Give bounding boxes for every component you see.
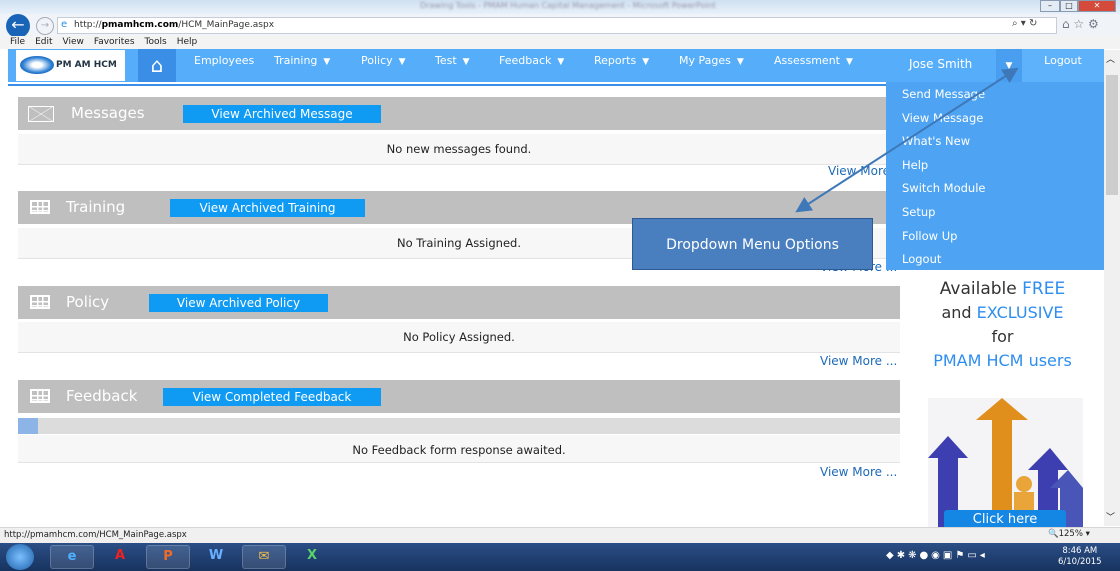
scroll-down-icon[interactable]: ﹀ <box>1106 510 1115 523</box>
taskbar-outlook-icon[interactable]: ✉ <box>242 545 286 569</box>
taskbar-powerpoint-icon[interactable]: P <box>146 545 190 569</box>
zoom-value: 125% <box>1058 529 1083 539</box>
status-bar: http://pmamhcm.com/HCM_MainPage.aspx <box>0 527 1120 543</box>
taskbar-acrobat-icon[interactable]: A <box>98 545 142 569</box>
system-tray-icons[interactable]: ◆✱❋●◉▣⚑▭◂ <box>886 550 988 561</box>
taskbar-excel-icon[interactable]: X <box>290 545 334 569</box>
taskbar-word-icon[interactable]: W <box>194 545 238 569</box>
clock-time: 8:46 AM <box>1062 546 1098 556</box>
zoom-level[interactable]: 🔍125% ▾ <box>1048 529 1090 539</box>
clock[interactable]: 8:46 AM 6/10/2015 <box>1058 546 1102 568</box>
start-button[interactable] <box>6 544 34 570</box>
clock-date: 6/10/2015 <box>1058 557 1102 567</box>
scrollbar-thumb[interactable] <box>1106 75 1118 195</box>
annotation-arrow <box>795 67 1019 213</box>
taskbar-ie-icon[interactable]: e <box>50 545 94 569</box>
scroll-up-icon[interactable]: ︿ <box>1106 52 1115 65</box>
